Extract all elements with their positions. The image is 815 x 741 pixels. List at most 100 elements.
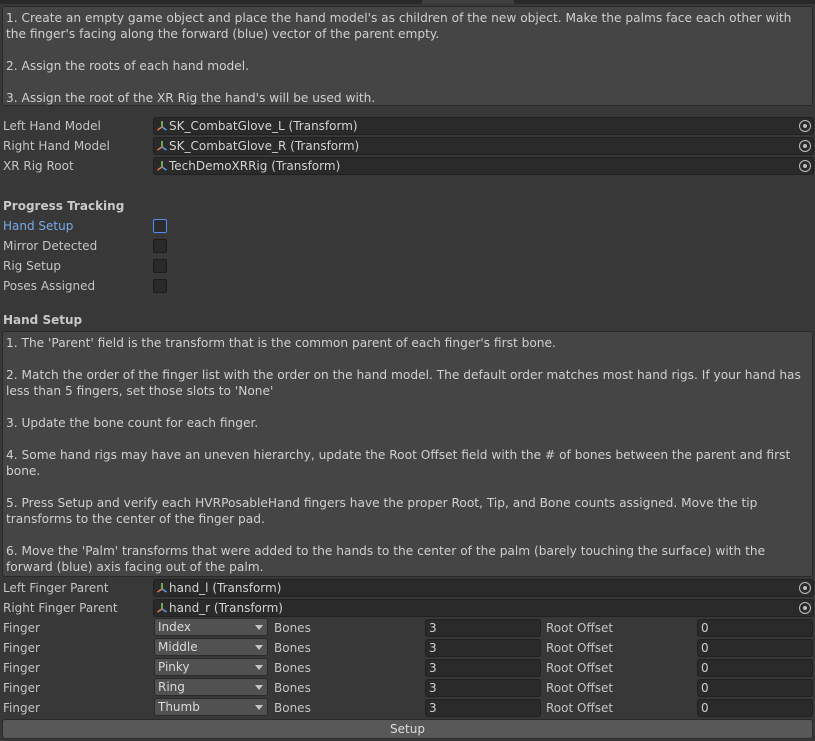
finger-row: Finger Middle Bones 3 Root Offset 0 [0,638,815,658]
finger-label: Finger [3,621,40,635]
chevron-down-icon [255,705,263,710]
transform-icon [157,161,167,171]
chevron-down-icon [255,685,263,690]
bones-label: Bones [274,701,311,715]
finger-label: Finger [3,661,40,675]
finger-dropdown[interactable]: Thumb [154,698,268,716]
left-finger-parent-field[interactable]: hand_l (Transform) [153,579,814,597]
setup-button[interactable]: Setup [2,719,813,739]
instruction-line: 6. Move the 'Palm' transforms that were … [6,544,766,574]
hand-setup-helpbox: 1. The 'Parent' field is the transform t… [2,331,813,577]
bones-value: 3 [429,681,437,695]
progress-label: Poses Assigned [3,279,96,293]
transform-icon [157,583,167,593]
bones-input[interactable]: 3 [425,619,541,637]
mirror-detected-checkbox[interactable] [153,239,167,253]
chevron-down-icon [255,665,263,670]
bones-label: Bones [274,621,311,635]
finger-dropdown[interactable]: Index [154,618,268,636]
finger-row: Finger Thumb Bones 3 Root Offset 0 [0,698,815,718]
xr-rig-root-field[interactable]: TechDemoXRRig (Transform) [153,157,814,175]
right-finger-parent-row: Right Finger Parent hand_r (Transform) [0,598,815,618]
instruction-line: 3. Update the bone count for each finger… [6,416,259,430]
finger-value: Index [158,620,192,634]
bones-input[interactable]: 3 [425,639,541,657]
object-picker-icon[interactable] [799,140,811,152]
transform-icon [157,141,167,151]
progress-item-poses-assigned: Poses Assigned [0,276,815,296]
root-offset-input[interactable]: 0 [697,619,813,637]
object-picker-icon[interactable] [799,582,811,594]
object-picker-icon[interactable] [799,160,811,172]
root-offset-label: Root Offset [546,621,614,635]
bones-input[interactable]: 3 [425,659,541,677]
bones-value: 3 [429,701,437,715]
progress-item-rig-setup: Rig Setup [0,256,815,276]
bones-input[interactable]: 3 [425,679,541,697]
finger-dropdown[interactable]: Ring [154,678,268,696]
instruction-line: 2. Assign the roots of each hand model. [6,59,250,73]
rig-setup-checkbox[interactable] [153,259,167,273]
root-offset-label: Root Offset [546,641,614,655]
finger-label: Finger [3,681,40,695]
field-label: Left Finger Parent [3,581,109,595]
instruction-line: 5. Press Setup and verify each HVRPosabl… [6,496,758,526]
field-value: hand_l (Transform) [169,581,282,595]
progress-label: Hand Setup [3,219,74,233]
progress-tracking-header: Progress Tracking [3,199,125,213]
transform-icon [157,121,167,131]
bones-label: Bones [274,681,311,695]
progress-item-mirror-detected: Mirror Detected [0,236,815,256]
transform-icon [157,603,167,613]
window-top-strip [0,0,815,4]
poses-assigned-checkbox[interactable] [153,279,167,293]
left-hand-model-row: Left Hand Model SK_CombatGlove_L (Transf… [0,116,815,136]
finger-value: Pinky [158,660,190,674]
root-offset-input[interactable]: 0 [697,659,813,677]
progress-label: Rig Setup [3,259,62,273]
tab-edge [422,0,514,4]
hand-setup-header: Hand Setup [3,313,83,327]
right-hand-model-field[interactable]: SK_CombatGlove_R (Transform) [153,137,814,155]
bones-input[interactable]: 3 [425,699,541,717]
field-label: Right Hand Model [3,139,110,153]
field-label: XR Rig Root [3,159,74,173]
field-value: hand_r (Transform) [169,601,283,615]
finger-label: Finger [3,701,40,715]
finger-dropdown[interactable]: Middle [154,638,268,656]
progress-item-hand-setup: Hand Setup [0,216,815,236]
object-picker-icon[interactable] [799,120,811,132]
field-value: SK_CombatGlove_R (Transform) [169,139,360,153]
root-offset-value: 0 [701,681,709,695]
field-label: Right Finger Parent [3,601,118,615]
bones-label: Bones [274,641,311,655]
instruction-line: 2. Match the order of the finger list wi… [6,368,801,398]
chevron-down-icon [255,645,263,650]
instruction-line: 4. Some hand rigs may have an uneven hie… [6,448,791,478]
instruction-line: 1. The 'Parent' field is the transform t… [6,336,556,350]
finger-dropdown[interactable]: Pinky [154,658,268,676]
right-finger-parent-field[interactable]: hand_r (Transform) [153,599,814,617]
root-offset-label: Root Offset [546,681,614,695]
bones-value: 3 [429,641,437,655]
right-hand-model-row: Right Hand Model SK_CombatGlove_R (Trans… [0,136,815,156]
hand-setup-checkbox[interactable] [153,219,167,233]
finger-label: Finger [3,641,40,655]
bones-label: Bones [274,661,311,675]
root-offset-input[interactable]: 0 [697,639,813,657]
bones-value: 3 [429,661,437,675]
root-offset-label: Root Offset [546,661,614,675]
root-offset-input[interactable]: 0 [697,679,813,697]
finger-value: Thumb [158,700,200,714]
object-picker-icon[interactable] [799,602,811,614]
instructions-helpbox: 1. Create an empty game object and place… [2,6,813,106]
left-hand-model-field[interactable]: SK_CombatGlove_L (Transform) [153,117,814,135]
field-label: Left Hand Model [3,119,101,133]
progress-label: Mirror Detected [3,239,98,253]
root-offset-value: 0 [701,641,709,655]
root-offset-input[interactable]: 0 [697,699,813,717]
instruction-line: 3. Assign the root of the XR Rig the han… [6,91,376,105]
instruction-line: 1. Create an empty game object and place… [6,11,792,41]
finger-value: Ring [158,680,185,694]
finger-row: Finger Index Bones 3 Root Offset 0 [0,618,815,638]
